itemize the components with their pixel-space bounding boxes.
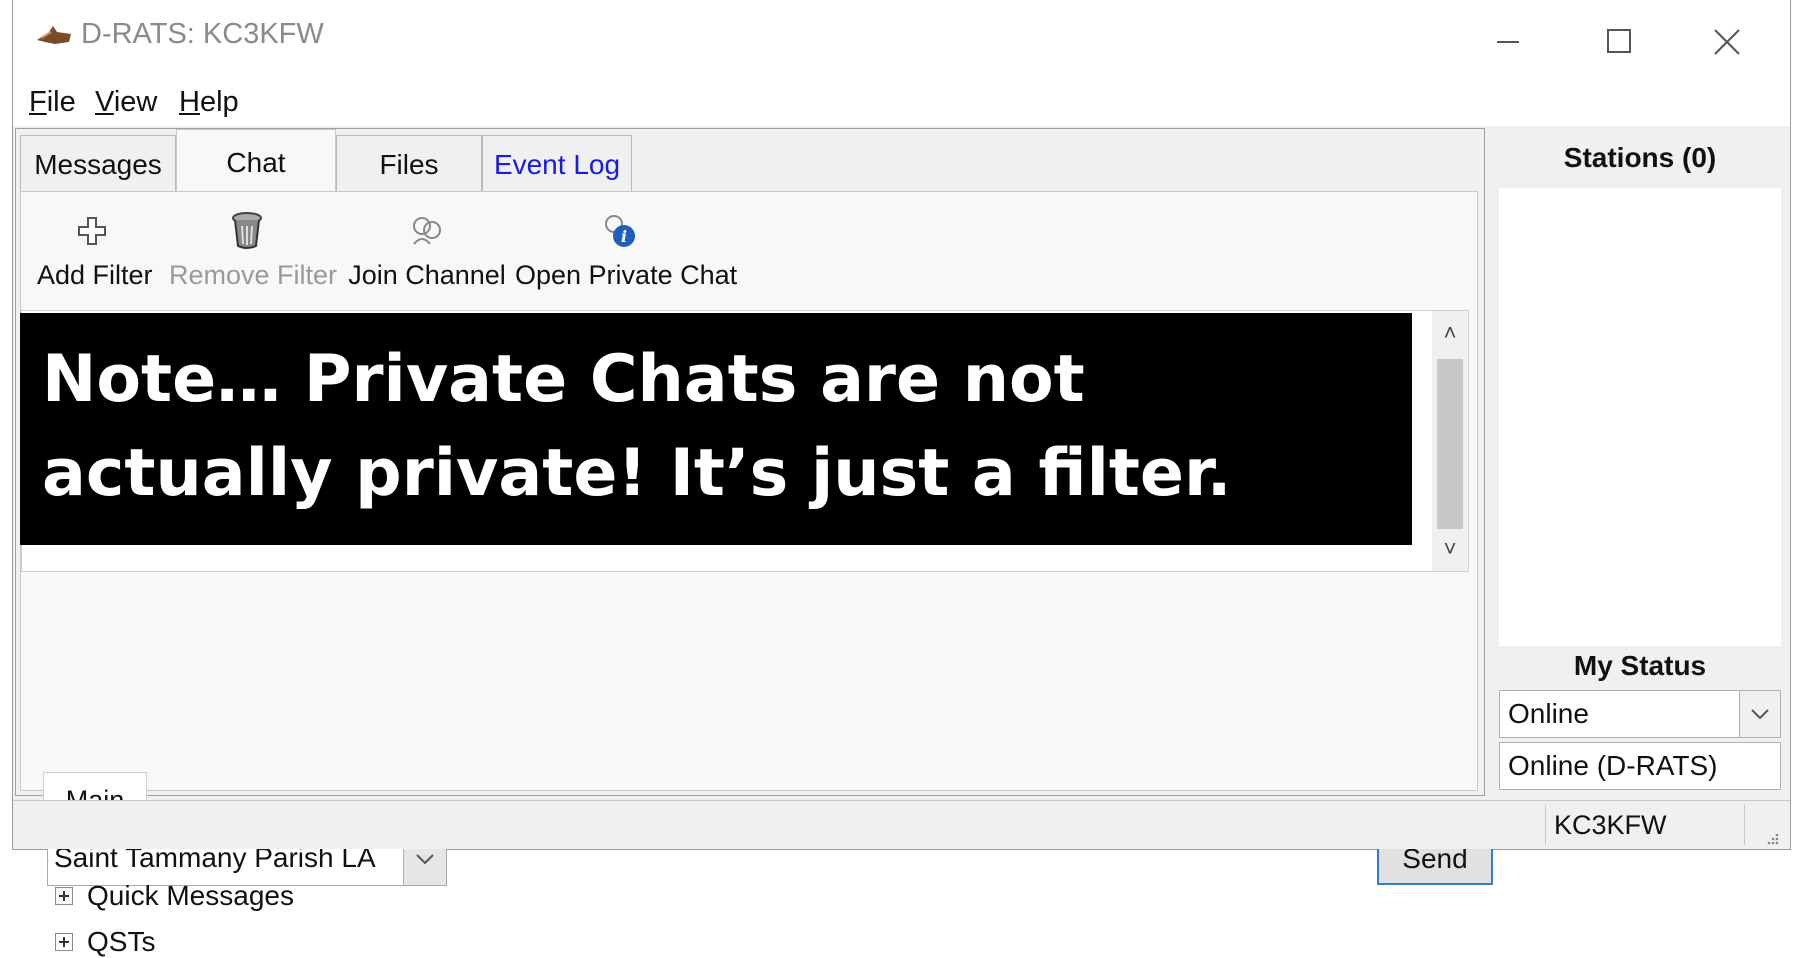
menu-help-mnemonic: H [179,86,200,118]
tab-chat[interactable]: Chat [176,129,336,195]
menu-view-mnemonic: V [95,86,114,118]
status-bar: KC3KFW [13,800,1790,849]
stations-header[interactable]: Stations (0) [1499,128,1781,188]
expand-icon[interactable] [55,887,73,905]
maximize-button[interactable] [1583,12,1653,62]
app-logo-icon [37,26,71,44]
add-filter-button[interactable]: Add Filter [37,210,153,291]
trash-can-icon [232,212,262,249]
tab-messages[interactable]: Messages [20,135,176,193]
maximize-icon [1607,29,1631,53]
status-message-field[interactable]: Online (D-RATS) [1499,742,1781,790]
join-channel-button[interactable]: Join Channel [341,210,513,291]
status-select[interactable]: Online [1499,690,1781,738]
svg-text:i: i [621,227,627,246]
join-channel-label: Join Channel [348,260,506,290]
chevron-down-icon[interactable] [1739,691,1780,737]
my-status-label: My Status [1573,650,1707,681]
scroll-down-icon[interactable]: ˅ [1432,531,1468,567]
scroll-up-icon[interactable]: ˄ [1432,315,1468,351]
minimize-button[interactable] [1473,12,1543,62]
note-line-1: Note… Private Chats are not [42,342,1085,417]
join-channel-icon [413,217,441,245]
menu-file-label: ile [46,86,76,118]
quick-messages-label: Quick Messages [87,880,294,911]
resize-grip-icon[interactable] [1765,831,1779,845]
stations-list[interactable] [1499,188,1781,646]
private-chat-note-banner: Note… Private Chats are not actually pri… [20,313,1412,545]
expand-icon[interactable] [55,933,73,951]
note-line-2: actually private! It’s just a filter. [42,436,1232,511]
open-private-chat-button[interactable]: i Open Private Chat [515,210,738,291]
scroll-thumb[interactable] [1437,359,1463,529]
menu-help-label: elp [199,86,239,118]
remove-filter-label: Remove Filter [169,260,338,290]
remove-filter-button[interactable]: Remove Filter [169,210,338,291]
window-title: D-RATS: KC3KFW [81,18,324,50]
tree-quick-messages[interactable]: Quick Messages [55,880,294,912]
menu-help[interactable]: Help [179,86,239,119]
tab-files[interactable]: Files [336,135,482,193]
status-select-value: Online [1508,698,1589,729]
tab-event-log[interactable]: Event Log [482,135,632,193]
menu-bar: File View Help [13,74,1790,126]
tree-qsts[interactable]: QSTs [55,926,155,958]
menu-file-mnemonic: F [29,86,47,118]
chat-scrollbar[interactable]: ˄ ˅ [1432,311,1468,571]
add-filter-icon [78,217,106,245]
menu-view[interactable]: View [95,86,157,119]
close-icon [1714,29,1740,55]
title-bar[interactable]: D-RATS: KC3KFW [13,0,1790,74]
minimize-icon [1497,41,1519,43]
menu-file[interactable]: File [29,86,76,119]
close-button[interactable] [1691,12,1761,62]
qsts-label: QSTs [87,926,156,957]
menu-view-label: iew [113,86,158,118]
open-private-chat-label: Open Private Chat [515,260,738,290]
callsign-status: KC3KFW [1545,805,1745,845]
private-chat-info-icon: i [605,215,635,247]
add-filter-label: Add Filter [37,260,153,290]
